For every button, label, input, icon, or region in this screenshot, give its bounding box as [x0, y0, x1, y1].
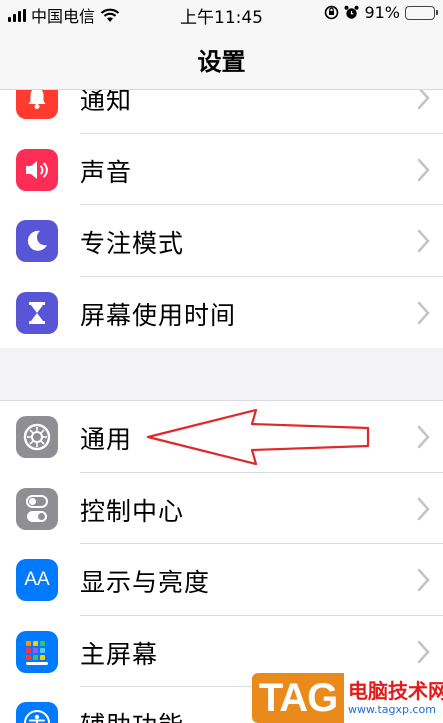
annotation-arrow	[146, 408, 370, 466]
row-label: 声音	[80, 157, 133, 187]
settings-row-screen-time[interactable]: 屏幕使用时间	[0, 277, 443, 349]
home-grid-icon	[16, 630, 58, 673]
battery-percent: 91%	[364, 3, 400, 22]
row-label: 显示与亮度	[80, 568, 211, 597]
row-label: 主屏幕	[80, 639, 159, 669]
chevron-right-icon	[417, 158, 430, 181]
chevron-right-icon	[417, 497, 430, 520]
row-label: 专注模式	[80, 229, 185, 258]
settings-row-display-brightness[interactable]: AA 显示与亮度	[0, 544, 443, 616]
row-label: 辅助功能	[80, 706, 184, 723]
page-title: 设置	[197, 48, 246, 76]
status-right: 91%	[324, 3, 438, 22]
row-label: 屏幕使用时间	[80, 300, 237, 330]
watermark: TAG 电脑技术网 www.tagxp.com	[230, 673, 443, 723]
text-size-icon: AA	[16, 559, 58, 601]
chevron-right-icon	[417, 301, 430, 324]
status-bar: 中国电信 上午11:45 91%	[0, 0, 443, 28]
gear-icon	[16, 416, 58, 458]
chevron-right-icon	[417, 568, 430, 592]
settings-row-focus[interactable]: 专注模式	[0, 205, 443, 277]
row-label: 控制中心	[80, 496, 185, 526]
settings-row-sounds[interactable]: 声音	[0, 134, 443, 205]
chevron-right-icon	[417, 640, 430, 663]
watermark-site-box: 电脑技术网 www.tagxp.com	[344, 673, 443, 723]
toggles-icon	[16, 487, 58, 530]
speaker-icon	[16, 148, 58, 191]
moon-icon	[16, 220, 58, 262]
settings-row-control-center[interactable]: 控制中心	[0, 473, 443, 544]
settings-group-1: 通知 声音 专注模式 屏幕使用时间	[0, 62, 443, 348]
text-size-glyph: AA	[24, 569, 50, 590]
chevron-right-icon	[417, 229, 430, 253]
watermark-site-url: www.tagxp.com	[348, 703, 436, 716]
chevron-right-icon	[417, 425, 430, 449]
accessibility-icon	[16, 702, 58, 723]
nav-bar: 设置	[0, 28, 443, 90]
battery-icon	[405, 5, 438, 20]
hourglass-icon	[16, 291, 58, 334]
watermark-site-name: 电脑技术网	[348, 679, 443, 703]
alarm-icon	[344, 5, 359, 19]
row-label: 通用	[80, 425, 133, 454]
watermark-tag-logo: TAG	[252, 673, 344, 723]
orientation-lock-icon	[325, 5, 339, 20]
